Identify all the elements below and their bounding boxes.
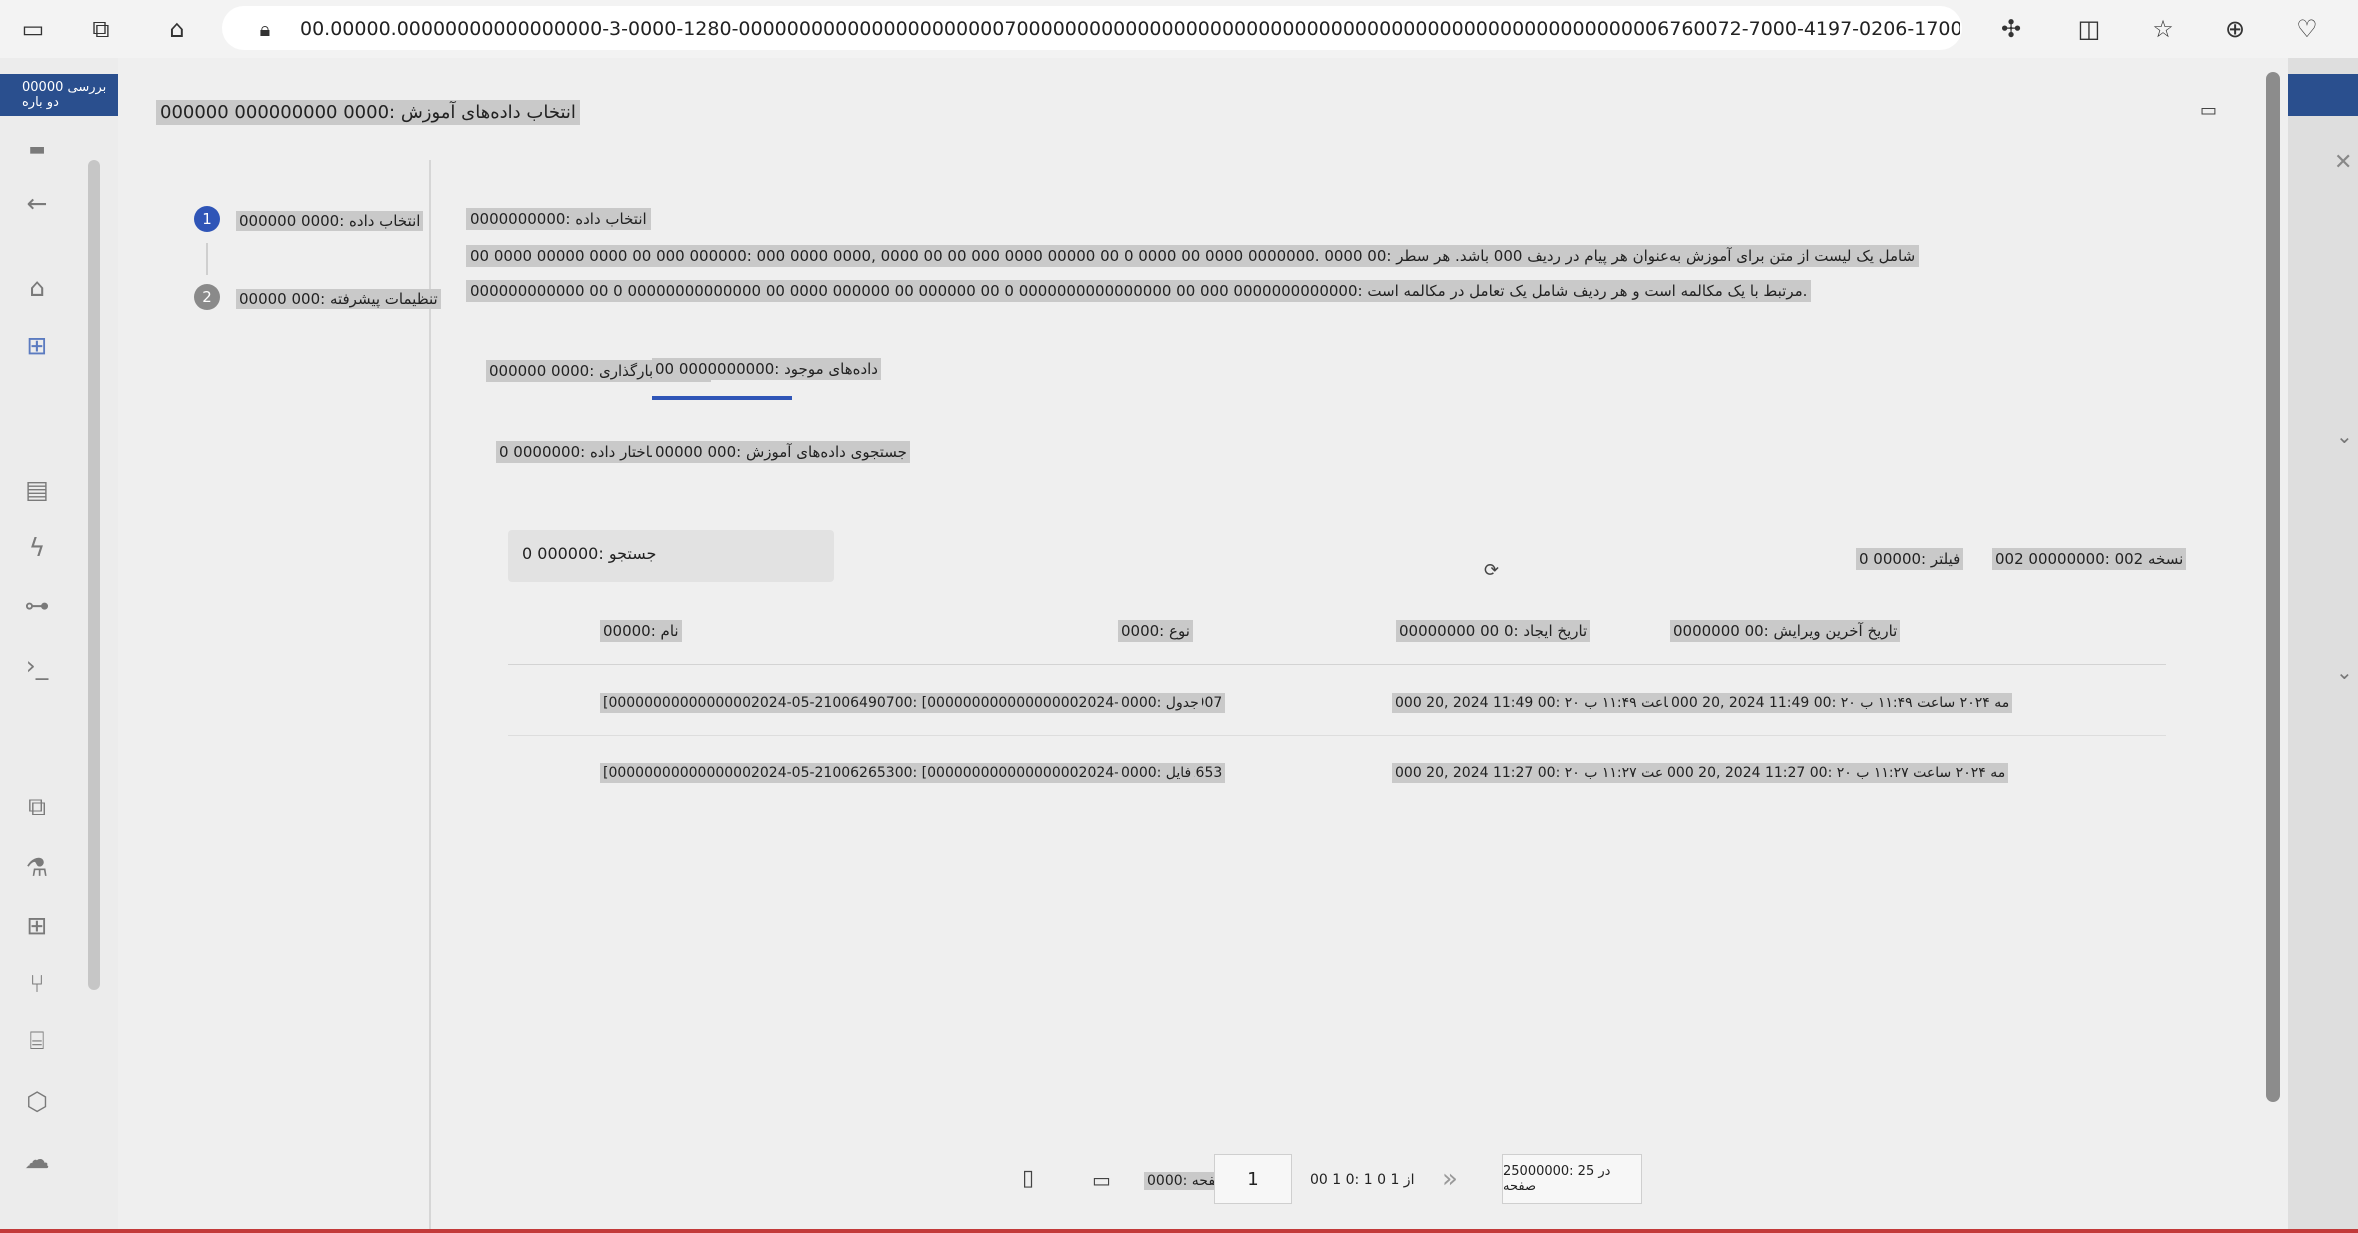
- wizard-divider: [429, 160, 431, 1233]
- rail-header: 00000 بررسی دو باره: [0, 74, 118, 116]
- rail-scrollbar[interactable]: [88, 160, 100, 990]
- browser-toolbar: ▭ ⧉ ⌂ 🔒︎ 00.00000.00000000000000000-3-00…: [0, 0, 2358, 58]
- split-screen-icon[interactable]: ◫: [2074, 14, 2104, 44]
- panel-title: 000000 000000000 0000: انتخاب داده‌های آ…: [156, 100, 580, 125]
- next-page-icon[interactable]: »: [1442, 1164, 1458, 1194]
- tabs-icon[interactable]: ⧉: [86, 14, 116, 44]
- column-header-modified[interactable]: 0000000 00: تاریخ آخرین ویرایش: [1670, 620, 1901, 642]
- extensions-icon[interactable]: ✣: [1996, 14, 2026, 44]
- bottom-accent-bar: [0, 1229, 2358, 1233]
- performance-icon[interactable]: ♡: [2292, 14, 2322, 44]
- close-icon[interactable]: ✕: [2334, 150, 2352, 175]
- collections-icon[interactable]: ⊕: [2220, 14, 2250, 44]
- column-header-type[interactable]: 0000: نوع: [1118, 620, 1193, 642]
- chevron-down-icon[interactable]: ⌄: [2336, 660, 2353, 684]
- option-data-structure[interactable]: 0 0000000: ساختار داده: [496, 441, 666, 463]
- home-icon[interactable]: ⌂: [22, 272, 52, 302]
- chevron-down-icon[interactable]: ⌄: [2336, 424, 2353, 448]
- right-strip-header: [2288, 74, 2358, 116]
- previous-page-icon[interactable]: ▭: [1092, 1168, 1111, 1192]
- pipelines-icon[interactable]: ⊶: [22, 590, 52, 620]
- panel-scrollbar[interactable]: [2266, 72, 2280, 1102]
- back-icon[interactable]: ←: [22, 188, 52, 218]
- tab-existing-data[interactable]: 00 0000000000: داده‌های موجود: [652, 358, 881, 380]
- endpoints-icon[interactable]: ☁: [22, 1144, 52, 1174]
- page-number-input[interactable]: 1: [1214, 1154, 1292, 1204]
- lock-icon[interactable]: 🔒︎: [250, 14, 280, 44]
- monitor-icon[interactable]: ⧉: [22, 792, 52, 822]
- section-heading: 0000000000: انتخاب داده: [466, 208, 651, 230]
- page-size-select[interactable]: 25000000: 25 در صفحه: [1502, 1154, 1642, 1204]
- data-icon[interactable]: ▤: [22, 474, 52, 504]
- tab-actions-icon[interactable]: ▭: [18, 14, 48, 44]
- refresh-icon[interactable]: ⟳: [1484, 560, 1499, 581]
- table-row-modified: 000 20, 2024 11:27 00: ۲۰ مه ۲۰۲۴ ساعت ۱…: [1664, 763, 2009, 783]
- experiments-icon[interactable]: ⚗: [22, 852, 52, 882]
- terminal-icon[interactable]: ›_: [22, 650, 52, 680]
- step-2-label[interactable]: 00000 000: تنظیمات پیشرفته: [236, 289, 441, 309]
- jobs-icon[interactable]: ϟ: [22, 532, 52, 562]
- components-icon[interactable]: ⊞: [22, 910, 52, 940]
- header-divider: [508, 664, 2166, 665]
- description-line-1: 00 0000 00000 0000 00 000 000000: 000 00…: [466, 245, 1920, 267]
- flows-icon[interactable]: ⑂: [22, 968, 52, 998]
- version-button[interactable]: 002 00000000: 002 نسخه: [1992, 548, 2187, 570]
- models-icon[interactable]: ⬡: [22, 1086, 52, 1116]
- step-1-label[interactable]: 000000 0000: انتخاب داده: [236, 211, 424, 231]
- url-text: 00.00000.00000000000000000-3-0000-1280-0…: [300, 18, 1960, 40]
- option-search-training-data[interactable]: 00000 000: جستجوی داده‌های آموزش: [652, 441, 910, 463]
- column-header-created[interactable]: 00000000 00 0: تاریخ ایجاد: [1396, 620, 1591, 642]
- wizard-panel: [118, 58, 2288, 1233]
- step-connector: [206, 243, 208, 275]
- column-header-name[interactable]: 00000: نام: [600, 620, 682, 642]
- filter-button[interactable]: 0 00000: فیلتر: [1856, 548, 1964, 570]
- favorites-icon[interactable]: ☆: [2148, 14, 2178, 44]
- catalog-icon[interactable]: ⊞: [22, 330, 52, 360]
- search-placeholder: 0 000000: جستجو: [522, 544, 657, 563]
- step-2-indicator: 2: [194, 284, 220, 310]
- page-range: 00 1 0: 1 از 1 0: [1310, 1172, 1415, 1188]
- maximize-icon[interactable]: ▭: [2200, 100, 2217, 121]
- step-1-indicator: 1: [194, 206, 220, 232]
- row-divider: [508, 735, 2166, 736]
- address-bar[interactable]: 🔒︎ 00.00000.00000000000000000-3-0000-128…: [222, 6, 1962, 50]
- table-row-type: 0000: فایل: [1118, 763, 1195, 783]
- menu-icon[interactable]: ▬: [22, 134, 52, 164]
- app-rail: [0, 58, 118, 1233]
- description-line-2: 000000000000 00 0 00000000000000 00 0000…: [466, 280, 1812, 302]
- right-strip: [2288, 58, 2358, 1233]
- active-tab-underline: [652, 396, 792, 400]
- first-page-icon[interactable]: ▯: [1022, 1166, 1034, 1191]
- search-input[interactable]: 0 000000: جستجو: [508, 530, 834, 582]
- home-icon[interactable]: ⌂: [162, 14, 192, 44]
- table-row-type: 0000: جدول: [1118, 693, 1202, 713]
- compute-icon[interactable]: ⌸: [22, 1026, 52, 1056]
- table-row-modified: 000 20, 2024 11:49 00: ۲۰ مه ۲۰۲۴ ساعت ۱…: [1668, 693, 2013, 713]
